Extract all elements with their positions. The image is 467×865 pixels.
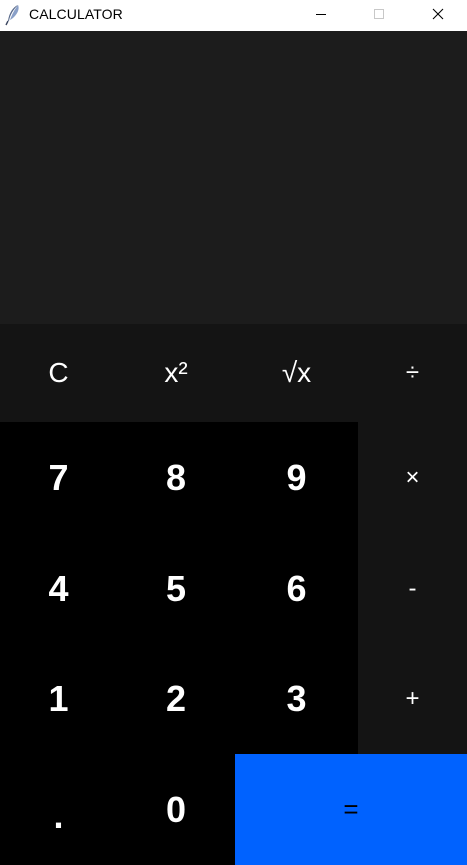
- result-display: [0, 31, 467, 324]
- digit-2-button[interactable]: 2: [117, 644, 235, 754]
- close-icon: [432, 7, 444, 25]
- maximize-icon: [373, 7, 385, 25]
- clear-button[interactable]: C: [0, 324, 117, 422]
- multiply-button[interactable]: ×: [358, 422, 467, 534]
- digit-5-button[interactable]: 5: [117, 534, 235, 644]
- decimal-point-button[interactable]: .: [0, 754, 117, 865]
- window-title: CALCULATOR: [29, 6, 123, 22]
- digit-0-button[interactable]: 0: [117, 754, 235, 865]
- decimal-point-label: .: [53, 794, 64, 836]
- title-bar: CALCULATOR: [0, 0, 467, 31]
- digit-3-button[interactable]: 3: [235, 644, 358, 754]
- square-button[interactable]: x²: [117, 324, 235, 422]
- equals-button[interactable]: =: [235, 754, 467, 865]
- minimize-button[interactable]: [292, 0, 350, 31]
- feather-icon: [4, 4, 22, 26]
- digit-6-button[interactable]: 6: [235, 534, 358, 644]
- digit-8-button[interactable]: 8: [117, 422, 235, 534]
- close-button[interactable]: [409, 0, 467, 31]
- digit-9-button[interactable]: 9: [235, 422, 358, 534]
- add-button[interactable]: +: [358, 644, 467, 754]
- subtract-button[interactable]: -: [358, 534, 467, 644]
- digit-7-button[interactable]: 7: [0, 422, 117, 534]
- square-root-button[interactable]: √x: [235, 324, 358, 422]
- divide-button[interactable]: ÷: [358, 324, 467, 422]
- maximize-button[interactable]: [350, 0, 408, 31]
- minimize-icon: [315, 7, 327, 25]
- digit-4-button[interactable]: 4: [0, 534, 117, 644]
- digit-1-button[interactable]: 1: [0, 644, 117, 754]
